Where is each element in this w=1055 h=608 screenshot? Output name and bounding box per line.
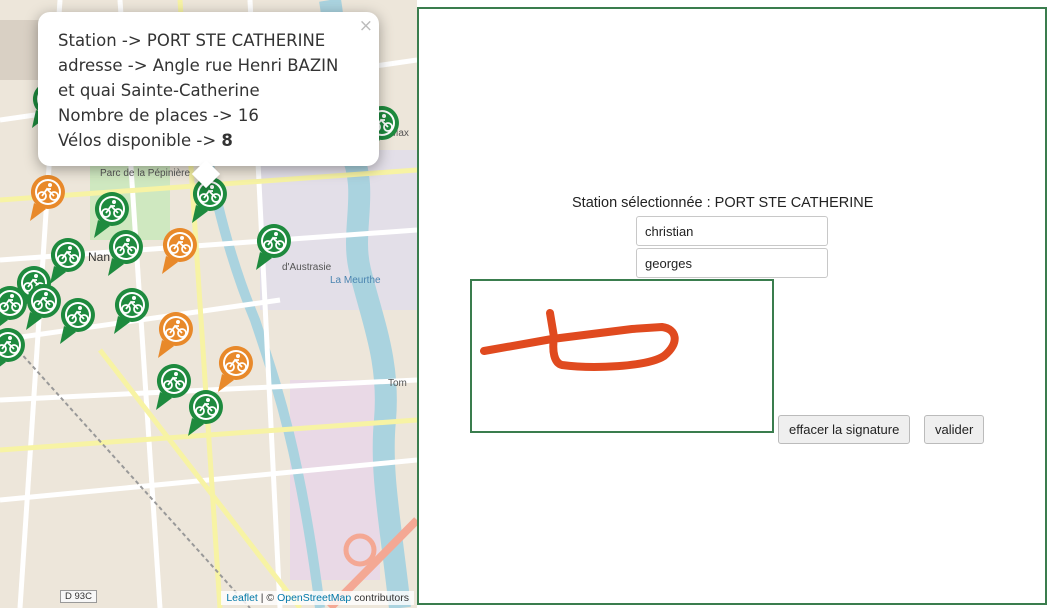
bike-station-marker[interactable] [28, 173, 65, 221]
bike-station-marker[interactable] [0, 284, 27, 332]
reservation-panel: Station sélectionnée : PORT STE CATHERIN… [417, 7, 1047, 605]
bike-station-marker[interactable] [112, 286, 149, 334]
osm-link[interactable]: OpenStreetMap [277, 592, 351, 604]
map-attribution: Leaflet | © OpenStreetMap contributors [221, 591, 414, 605]
attribution-suffix: contributors [351, 592, 409, 604]
popup-bikes-label: Vélos disponible -> [58, 131, 222, 150]
leaflet-link[interactable]: Leaflet [226, 592, 258, 604]
bike-station-marker[interactable] [160, 226, 197, 274]
park-label: Parc de la Pépinière [100, 168, 191, 179]
clear-signature-button[interactable]: effacer la signature [778, 415, 911, 444]
popup-address: adresse -> Angle rue Henri BAZIN et quai… [58, 56, 339, 100]
signature-stroke [480, 309, 679, 371]
bike-station-marker[interactable] [156, 310, 193, 358]
bike-station-marker[interactable] [154, 362, 191, 410]
bike-station-marker[interactable] [216, 344, 253, 392]
last-name-input[interactable] [636, 248, 828, 278]
popup-places: Nombre de places -> 16 [58, 106, 259, 125]
popup-bikes: Vélos disponible -> 8 [58, 128, 359, 153]
first-name-input[interactable] [636, 216, 828, 246]
tom-label: Tom [388, 378, 407, 389]
submit-button[interactable]: valider [924, 415, 985, 444]
station-popup: × Station -> PORT STE CATHERINE adresse … [38, 12, 379, 189]
bike-station-marker[interactable] [106, 228, 143, 276]
popup-station: Station -> PORT STE CATHERINE [58, 31, 326, 50]
selected-station-label: Station sélectionnée : PORT STE CATHERIN… [572, 195, 874, 211]
river-label: La Meurthe [330, 275, 381, 286]
close-icon[interactable]: × [359, 14, 373, 39]
attribution-separator: | © [257, 592, 278, 604]
bike-station-marker[interactable] [186, 388, 223, 436]
map[interactable]: Parc de la Pépinière Nan d'Austrasie La … [0, 0, 417, 608]
bike-station-marker[interactable] [254, 222, 291, 270]
popup-bikes-count: 8 [221, 131, 233, 150]
bike-station-marker[interactable] [0, 326, 25, 374]
road-shield: D 93C [60, 590, 97, 603]
bike-station-marker[interactable] [58, 296, 95, 344]
signature-canvas[interactable] [470, 279, 774, 433]
